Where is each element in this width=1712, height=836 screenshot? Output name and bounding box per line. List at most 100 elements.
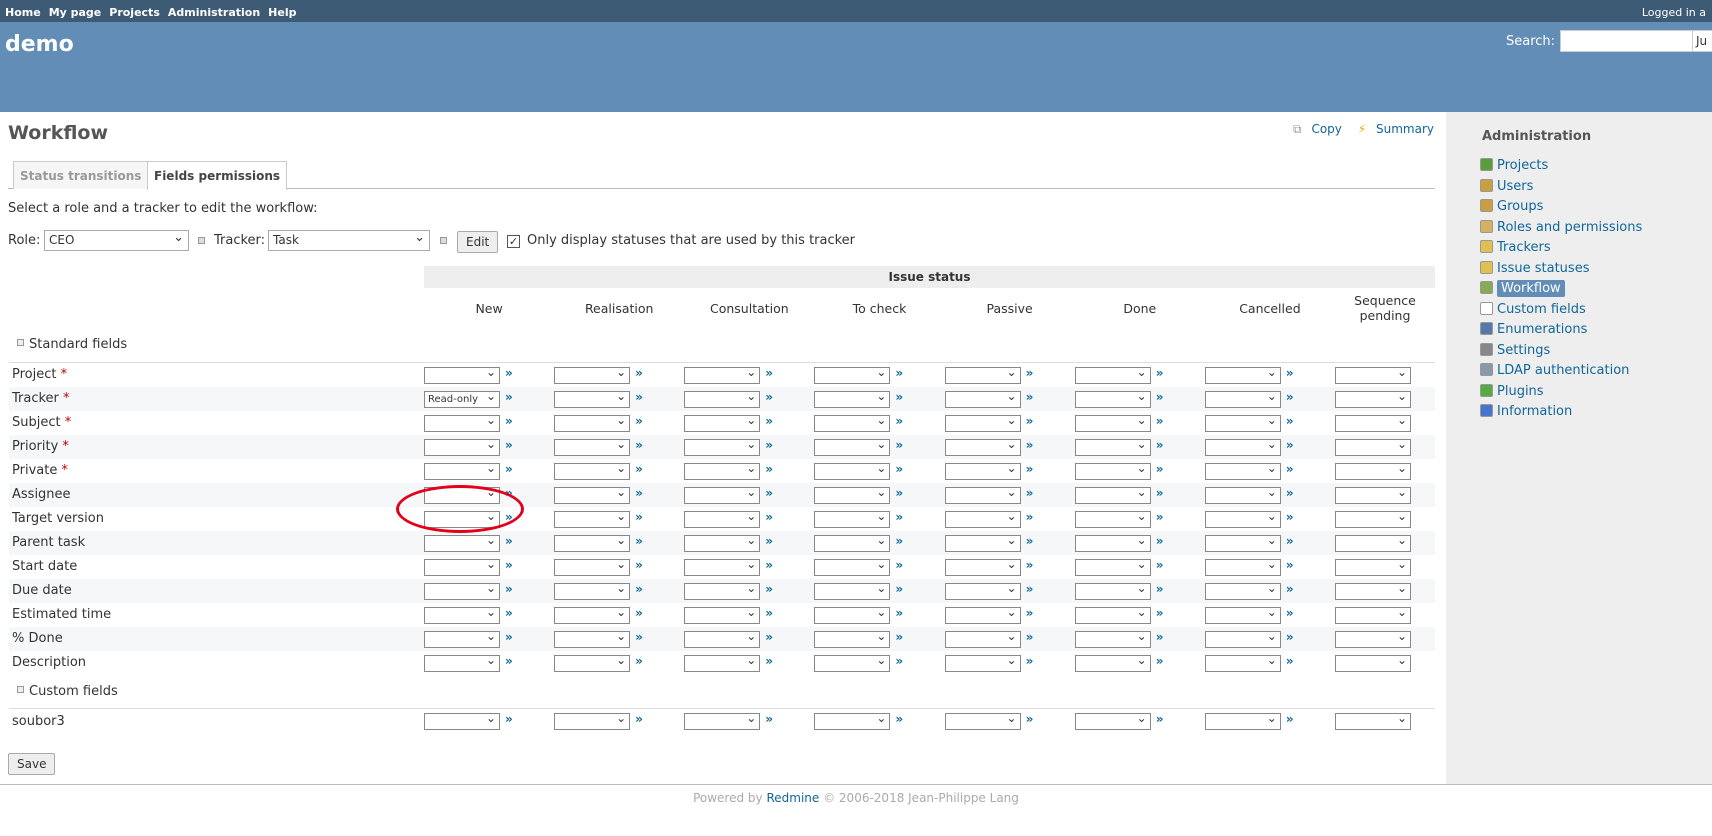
- apply-row-arrow-icon[interactable]: »: [1286, 712, 1294, 726]
- apply-row-arrow-icon[interactable]: »: [1156, 414, 1164, 428]
- permission-select[interactable]: [944, 414, 1021, 432]
- apply-row-arrow-icon[interactable]: »: [505, 462, 513, 476]
- permission-select[interactable]: [554, 534, 631, 552]
- permission-select[interactable]: [814, 654, 891, 672]
- apply-row-arrow-icon[interactable]: »: [1026, 438, 1034, 452]
- apply-row-arrow-icon[interactable]: »: [765, 606, 773, 620]
- apply-row-arrow-icon[interactable]: »: [895, 712, 903, 726]
- top-menu-projects[interactable]: Projects: [109, 6, 160, 19]
- apply-row-arrow-icon[interactable]: »: [635, 534, 643, 548]
- apply-row-arrow-icon[interactable]: »: [895, 510, 903, 524]
- apply-row-arrow-icon[interactable]: »: [1156, 438, 1164, 452]
- apply-row-arrow-icon[interactable]: »: [1286, 510, 1294, 524]
- apply-row-arrow-icon[interactable]: »: [635, 438, 643, 452]
- apply-row-arrow-icon[interactable]: »: [895, 414, 903, 428]
- permission-select[interactable]: [1204, 510, 1281, 528]
- apply-row-arrow-icon[interactable]: »: [1286, 366, 1294, 380]
- permission-select[interactable]: [424, 462, 500, 480]
- permission-select[interactable]: [814, 366, 891, 384]
- apply-row-arrow-icon[interactable]: »: [1156, 712, 1164, 726]
- permission-select[interactable]: [684, 534, 761, 552]
- apply-row-arrow-icon[interactable]: »: [1286, 534, 1294, 548]
- permission-select[interactable]: [554, 462, 631, 480]
- apply-row-arrow-icon[interactable]: »: [1026, 582, 1034, 596]
- apply-row-arrow-icon[interactable]: »: [1026, 654, 1034, 668]
- permission-select[interactable]: [684, 654, 761, 672]
- permission-select[interactable]: [1335, 713, 1411, 730]
- permission-select[interactable]: [1074, 462, 1151, 480]
- permission-select[interactable]: [424, 606, 500, 624]
- apply-row-arrow-icon[interactable]: »: [635, 414, 643, 428]
- permission-select[interactable]: [1335, 438, 1411, 456]
- save-button[interactable]: Save: [8, 753, 56, 775]
- sidebar-item-roles-and-permissions[interactable]: Roles and permissions: [1480, 218, 1642, 239]
- permission-select[interactable]: [684, 366, 761, 384]
- apply-row-arrow-icon[interactable]: »: [1156, 654, 1164, 668]
- collapse-toggle-icon[interactable]: [17, 685, 24, 693]
- apply-row-arrow-icon[interactable]: »: [1156, 510, 1164, 524]
- permission-select[interactable]: [424, 713, 500, 730]
- permission-select[interactable]: [814, 390, 891, 408]
- permission-select[interactable]: [944, 438, 1021, 456]
- sidebar-item-enumerations[interactable]: Enumerations: [1480, 320, 1642, 341]
- apply-row-arrow-icon[interactable]: »: [1286, 438, 1294, 452]
- permission-select[interactable]: [1074, 486, 1151, 504]
- permission-select[interactable]: [424, 438, 500, 456]
- permission-select[interactable]: [554, 606, 631, 624]
- permission-select[interactable]: [1204, 438, 1281, 456]
- toggle-multiselect-icon[interactable]: [198, 237, 205, 244]
- apply-row-arrow-icon[interactable]: »: [765, 654, 773, 668]
- permission-select[interactable]: [554, 510, 631, 528]
- copy-link[interactable]: ⧉ Copy: [1287, 122, 1342, 136]
- apply-row-arrow-icon[interactable]: »: [1156, 582, 1164, 596]
- permission-select[interactable]: [1335, 510, 1411, 528]
- apply-row-arrow-icon[interactable]: »: [1156, 366, 1164, 380]
- permission-select[interactable]: [1335, 366, 1411, 384]
- apply-row-arrow-icon[interactable]: »: [1156, 558, 1164, 572]
- permission-select[interactable]: [1335, 462, 1411, 480]
- permission-select[interactable]: [944, 713, 1021, 730]
- permission-select[interactable]: [1335, 414, 1411, 432]
- apply-row-arrow-icon[interactable]: »: [895, 534, 903, 548]
- apply-row-arrow-icon[interactable]: »: [505, 582, 513, 596]
- permission-select[interactable]: [814, 462, 891, 480]
- apply-row-arrow-icon[interactable]: »: [505, 510, 513, 524]
- apply-row-arrow-icon[interactable]: »: [895, 606, 903, 620]
- apply-row-arrow-icon[interactable]: »: [1026, 486, 1034, 500]
- apply-row-arrow-icon[interactable]: »: [1156, 534, 1164, 548]
- permission-select[interactable]: [684, 390, 761, 408]
- apply-row-arrow-icon[interactable]: »: [1026, 462, 1034, 476]
- permission-select[interactable]: [554, 438, 631, 456]
- tracker-select[interactable]: Task: [268, 230, 430, 251]
- apply-row-arrow-icon[interactable]: »: [1286, 486, 1294, 500]
- permission-select[interactable]: [1204, 366, 1281, 384]
- apply-row-arrow-icon[interactable]: »: [1156, 486, 1164, 500]
- apply-row-arrow-icon[interactable]: »: [635, 510, 643, 524]
- permission-select[interactable]: [814, 438, 891, 456]
- apply-row-arrow-icon[interactable]: »: [505, 390, 513, 404]
- apply-row-arrow-icon[interactable]: »: [765, 558, 773, 572]
- apply-row-arrow-icon[interactable]: »: [635, 486, 643, 500]
- permission-select[interactable]: [1335, 630, 1411, 648]
- apply-row-arrow-icon[interactable]: »: [1026, 606, 1034, 620]
- sidebar-item-custom-fields[interactable]: Custom fields: [1480, 300, 1642, 321]
- apply-row-arrow-icon[interactable]: »: [505, 414, 513, 428]
- apply-row-arrow-icon[interactable]: »: [505, 630, 513, 644]
- apply-row-arrow-icon[interactable]: »: [1026, 390, 1034, 404]
- permission-select[interactable]: [424, 630, 500, 648]
- permission-select[interactable]: [814, 606, 891, 624]
- sidebar-item-settings[interactable]: Settings: [1480, 341, 1642, 362]
- permission-select[interactable]: [684, 510, 761, 528]
- apply-row-arrow-icon[interactable]: »: [765, 630, 773, 644]
- permission-select[interactable]: [814, 414, 891, 432]
- apply-row-arrow-icon[interactable]: »: [1286, 630, 1294, 644]
- permission-select[interactable]: [1074, 390, 1151, 408]
- permission-select[interactable]: [944, 510, 1021, 528]
- permission-select[interactable]: [1074, 654, 1151, 672]
- tab-status-transitions[interactable]: Status transitions: [13, 161, 149, 189]
- apply-row-arrow-icon[interactable]: »: [895, 558, 903, 572]
- apply-row-arrow-icon[interactable]: »: [635, 582, 643, 596]
- permission-select[interactable]: [1074, 510, 1151, 528]
- permission-select[interactable]: [1204, 414, 1281, 432]
- permission-select[interactable]: [554, 486, 631, 504]
